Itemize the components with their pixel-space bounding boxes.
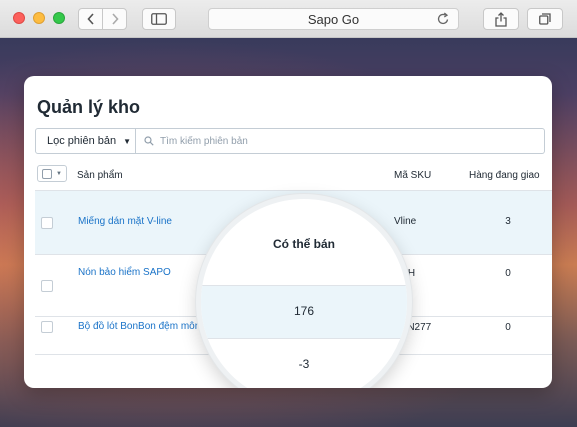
select-all-checkbox[interactable] [42,168,52,179]
magnified-header: Có thể bán [201,199,407,286]
column-header-product: Sản phẩm [77,170,123,181]
share-icon [495,11,507,27]
shipping-value: 3 [505,216,511,227]
shipping-value: 0 [505,322,511,333]
chevron-right-icon [111,13,119,25]
row-checkbox[interactable] [41,217,53,229]
back-button[interactable] [78,8,103,30]
tabs-overview-button[interactable] [527,8,563,30]
available-value: -3 [298,357,310,371]
magnified-row: 176 [201,286,407,339]
filter-variants-label: Lọc phiên bản [47,135,117,147]
sidebar-icon [151,13,167,25]
reload-button[interactable] [437,12,450,29]
sidebar-toggle-button[interactable] [142,8,176,30]
inventory-card: Quản lý kho Lọc phiên bản ▼ ▼ Sản phẩm M… [24,76,552,388]
row-checkbox[interactable] [41,280,53,292]
reload-icon [437,12,449,25]
caret-down-icon: ▼ [56,170,62,177]
close-window-button[interactable] [13,12,25,24]
shipping-value: 0 [505,268,511,279]
magnified-row: -3 [201,339,407,388]
search-icon [144,136,154,146]
address-text: Sapo Go [307,11,360,27]
column-header-available: Có thể bán [273,237,335,251]
caret-down-icon: ▼ [123,136,132,146]
forward-button[interactable] [102,8,127,30]
product-link[interactable]: Nón bảo hiểm SAPO [78,267,171,278]
browser-titlebar: Sapo Go [0,0,577,38]
minimize-window-button[interactable] [33,12,45,24]
product-link[interactable]: Miếng dán mặt V-line [78,216,172,227]
address-bar[interactable]: Sapo Go [208,8,459,30]
product-link[interactable]: Bộ đồ lót BonBon đệm mông [78,321,206,332]
filter-variants-button[interactable]: Lọc phiên bản ▼ [35,128,136,154]
share-button[interactable] [483,8,519,30]
row-checkbox[interactable] [41,321,53,333]
search-box[interactable] [135,128,545,154]
bulk-select-dropdown[interactable]: ▼ [37,165,67,182]
maximize-window-button[interactable] [53,12,65,24]
chevron-left-icon [86,13,94,25]
search-input[interactable] [160,135,460,147]
column-header-sku: Mã SKU [394,170,432,181]
tabs-icon [539,13,551,25]
magnifier-lens: Có thể bán 176 -3 [196,194,412,388]
page-title: Quản lý kho [37,97,141,117]
column-header-shipping: Hàng đang giao [469,170,540,181]
table-header: ▼ Sản phẩm Mã SKU Hàng đang giao [35,161,552,191]
available-value: 176 [293,304,315,318]
